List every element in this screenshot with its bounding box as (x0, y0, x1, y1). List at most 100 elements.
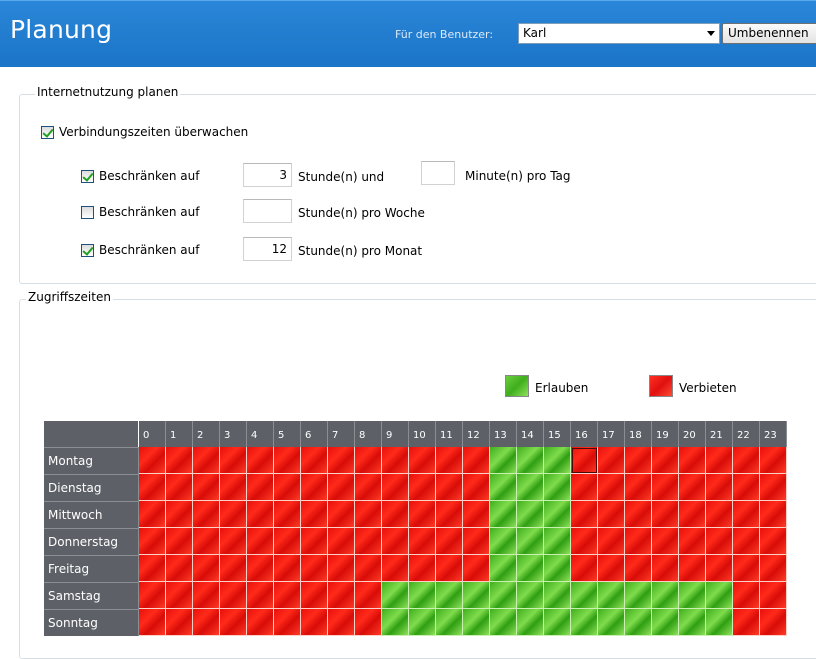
time-slot-cell[interactable] (166, 555, 193, 582)
time-slot-cell[interactable] (517, 555, 544, 582)
time-slot-cell[interactable] (436, 582, 463, 609)
hour-header-2[interactable]: 2 (193, 421, 220, 447)
time-slot-cell[interactable] (301, 474, 328, 501)
time-slot-cell[interactable] (544, 528, 571, 555)
time-slot-cell[interactable] (193, 528, 220, 555)
time-slot-cell[interactable] (193, 474, 220, 501)
time-slot-cell[interactable] (652, 555, 679, 582)
time-slot-cell[interactable] (193, 582, 220, 609)
day-label-mittwoch[interactable]: Mittwoch (44, 501, 139, 528)
time-slot-cell[interactable] (328, 555, 355, 582)
time-slot-cell[interactable] (463, 474, 490, 501)
hour-header-13[interactable]: 13 (490, 421, 517, 447)
time-slot-cell[interactable] (733, 528, 760, 555)
time-slot-cell[interactable] (463, 447, 490, 474)
hour-header-12[interactable]: 12 (463, 421, 490, 447)
time-slot-cell[interactable] (166, 447, 193, 474)
time-slot-cell[interactable] (571, 555, 598, 582)
time-slot-cell[interactable] (544, 555, 571, 582)
time-slot-cell[interactable] (355, 555, 382, 582)
time-slot-cell[interactable] (625, 555, 652, 582)
time-slot-cell[interactable] (301, 582, 328, 609)
time-slot-cell[interactable] (679, 528, 706, 555)
time-slot-cell[interactable] (409, 501, 436, 528)
hour-header-4[interactable]: 4 (247, 421, 274, 447)
hour-header-8[interactable]: 8 (355, 421, 382, 447)
time-slot-cell[interactable] (436, 447, 463, 474)
time-slot-cell[interactable] (220, 474, 247, 501)
time-slot-cell[interactable] (301, 555, 328, 582)
time-slot-cell[interactable] (409, 447, 436, 474)
time-slot-cell[interactable] (274, 555, 301, 582)
time-slot-cell[interactable] (328, 474, 355, 501)
time-slot-cell[interactable] (706, 447, 733, 474)
day-label-sonntag[interactable]: Sonntag (44, 609, 139, 636)
time-slot-cell[interactable] (382, 582, 409, 609)
time-slot-cell[interactable] (598, 447, 625, 474)
time-slot-cell[interactable] (355, 528, 382, 555)
time-slot-cell[interactable] (544, 474, 571, 501)
time-slot-cell[interactable] (274, 528, 301, 555)
hour-header-16[interactable]: 16 (571, 421, 598, 447)
hour-header-10[interactable]: 10 (409, 421, 436, 447)
time-slot-cell[interactable] (490, 474, 517, 501)
time-slot-cell[interactable] (166, 474, 193, 501)
time-slot-cell[interactable] (220, 528, 247, 555)
time-slot-cell[interactable] (409, 528, 436, 555)
hour-header-18[interactable]: 18 (625, 421, 652, 447)
time-slot-cell[interactable] (652, 474, 679, 501)
time-slot-cell[interactable] (409, 474, 436, 501)
time-slot-cell[interactable] (706, 501, 733, 528)
time-slot-cell[interactable] (247, 501, 274, 528)
time-slot-cell[interactable] (220, 582, 247, 609)
time-slot-cell[interactable] (760, 447, 787, 474)
time-slot-cell[interactable] (436, 501, 463, 528)
time-slot-cell[interactable] (598, 609, 625, 636)
time-slot-cell[interactable] (490, 555, 517, 582)
time-slot-cell[interactable] (571, 609, 598, 636)
time-slot-cell[interactable] (166, 501, 193, 528)
time-slot-cell[interactable] (517, 528, 544, 555)
time-slot-cell[interactable] (733, 555, 760, 582)
time-slot-cell[interactable] (409, 609, 436, 636)
time-slot-cell[interactable] (274, 501, 301, 528)
time-slot-cell[interactable] (760, 555, 787, 582)
time-slot-cell[interactable] (301, 528, 328, 555)
time-slot-cell[interactable] (355, 582, 382, 609)
time-slot-cell[interactable] (301, 501, 328, 528)
deny-swatch[interactable] (649, 375, 673, 397)
time-slot-cell[interactable] (247, 447, 274, 474)
limit-week-hours-input[interactable] (243, 199, 292, 223)
time-slot-cell[interactable] (760, 528, 787, 555)
time-slot-cell[interactable] (490, 528, 517, 555)
hour-header-7[interactable]: 7 (328, 421, 355, 447)
hour-header-17[interactable]: 17 (598, 421, 625, 447)
time-slot-cell[interactable] (490, 582, 517, 609)
time-slot-cell[interactable] (328, 609, 355, 636)
hour-header-6[interactable]: 6 (301, 421, 328, 447)
limit-day-minutes-input[interactable] (421, 161, 455, 185)
time-slot-cell[interactable] (652, 501, 679, 528)
time-slot-cell[interactable] (301, 447, 328, 474)
time-slot-cell[interactable] (652, 447, 679, 474)
time-slot-cell[interactable] (625, 582, 652, 609)
time-slot-cell[interactable] (166, 528, 193, 555)
rename-button[interactable]: Umbenennen (722, 23, 816, 44)
time-slot-cell[interactable] (355, 447, 382, 474)
hour-header-19[interactable]: 19 (652, 421, 679, 447)
time-slot-cell[interactable] (598, 528, 625, 555)
day-label-donnerstag[interactable]: Donnerstag (44, 528, 139, 555)
time-slot-cell[interactable] (328, 501, 355, 528)
time-slot-cell[interactable] (436, 528, 463, 555)
time-slot-cell[interactable] (733, 582, 760, 609)
time-slot-cell[interactable] (571, 447, 598, 474)
time-slot-cell[interactable] (247, 555, 274, 582)
time-slot-cell[interactable] (571, 501, 598, 528)
time-slot-cell[interactable] (652, 609, 679, 636)
time-slot-cell[interactable] (733, 609, 760, 636)
time-slot-cell[interactable] (463, 528, 490, 555)
time-slot-cell[interactable] (355, 501, 382, 528)
time-slot-cell[interactable] (598, 501, 625, 528)
time-slot-cell[interactable] (247, 474, 274, 501)
hour-header-15[interactable]: 15 (544, 421, 571, 447)
